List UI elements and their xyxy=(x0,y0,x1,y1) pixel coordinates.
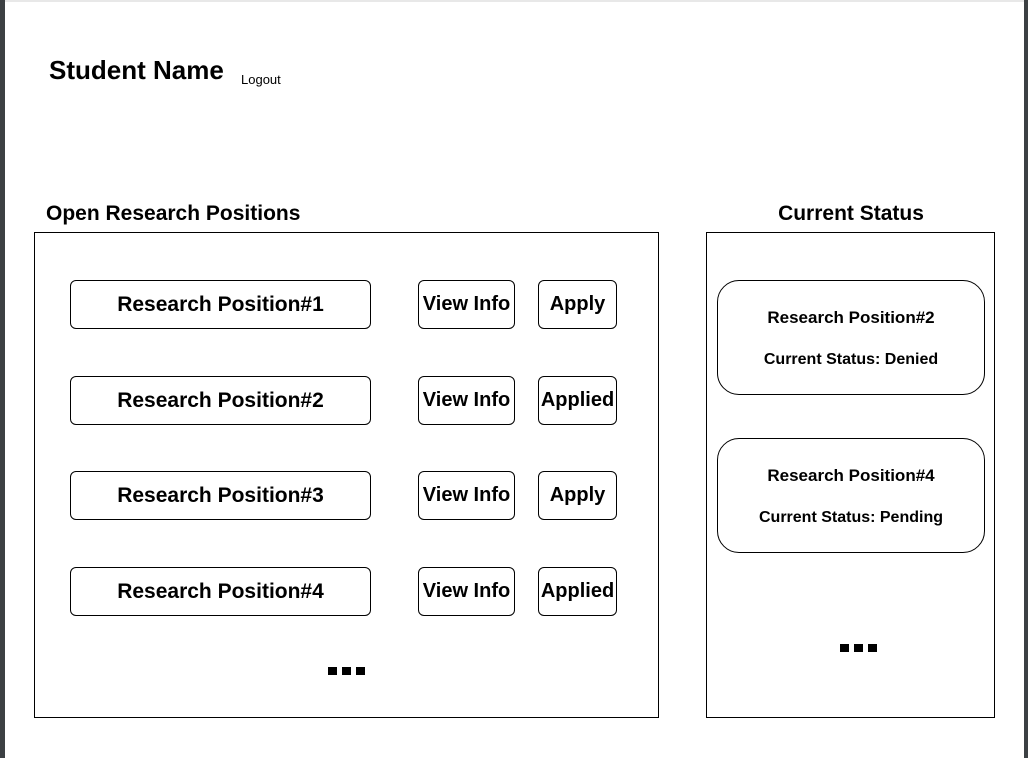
current-status-title: Current Status xyxy=(778,202,924,225)
applied-button[interactable]: Applied xyxy=(538,567,617,616)
status-card-position: Research Position#4 xyxy=(767,466,935,485)
open-positions-title: Open Research Positions xyxy=(46,202,301,225)
view-info-button[interactable]: View Info xyxy=(418,376,515,425)
status-card: Research Position#2 Current Status: Deni… xyxy=(717,280,985,395)
page-top-edge xyxy=(0,0,1028,2)
apply-button[interactable]: Apply xyxy=(538,471,617,520)
logout-link[interactable]: Logout xyxy=(241,72,281,88)
student-name: Student Name xyxy=(49,55,224,85)
status-card-status: Current Status: Pending xyxy=(758,509,943,526)
page-left-edge xyxy=(0,0,5,758)
position-name: Research Position#4 xyxy=(70,567,371,616)
position-name: Research Position#2 xyxy=(70,376,371,425)
position-name: Research Position#1 xyxy=(70,280,371,329)
status-card-status: Current Status: Denied xyxy=(763,351,939,368)
open-positions-panel: Research Position#1 View Info Apply Rese… xyxy=(34,232,659,718)
position-name: Research Position#3 xyxy=(70,471,371,520)
apply-button[interactable]: Apply xyxy=(538,280,617,329)
status-card-position: Research Position#2 xyxy=(767,308,935,327)
current-status-panel: Research Position#2 Current Status: Deni… xyxy=(706,232,995,718)
more-positions-ellipsis-icon xyxy=(328,667,365,675)
view-info-button[interactable]: View Info xyxy=(418,567,515,616)
view-info-button[interactable]: View Info xyxy=(418,280,515,329)
applied-button[interactable]: Applied xyxy=(538,376,617,425)
status-card: Research Position#4 Current Status: Pend… xyxy=(717,438,985,553)
more-status-ellipsis-icon xyxy=(840,644,877,652)
page-right-edge xyxy=(1024,0,1028,758)
view-info-button[interactable]: View Info xyxy=(418,471,515,520)
